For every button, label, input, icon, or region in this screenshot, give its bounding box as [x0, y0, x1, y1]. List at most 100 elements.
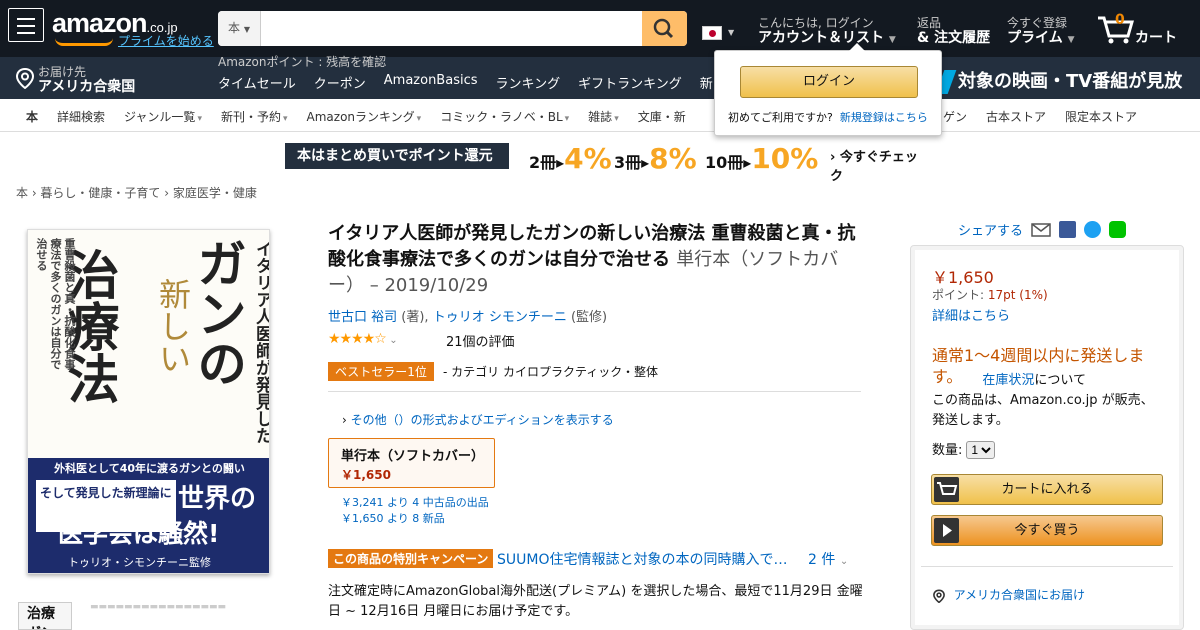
email-icon[interactable]: [1031, 222, 1051, 238]
author-role: (監修): [570, 310, 608, 325]
category-link[interactable]: 文庫・新: [638, 108, 686, 125]
nav-link[interactable]: タイムセール: [218, 73, 296, 92]
stock-suffix: について: [1034, 373, 1087, 388]
deal-item: 10冊▸10%: [705, 142, 819, 175]
cover-title-big: ガンの: [189, 238, 247, 388]
author-link[interactable]: 世古口 裕司: [328, 310, 397, 325]
search-button[interactable]: [642, 11, 687, 46]
deal-pct: 8%: [649, 142, 697, 175]
twitter-icon[interactable]: [1084, 221, 1102, 238]
divider: [921, 566, 1173, 567]
campaign-badge: この商品の特別キャンペーン: [328, 549, 494, 568]
quantity-select[interactable]: 1: [966, 441, 996, 459]
cover-side-text: イタリア人医師が発見した: [252, 240, 270, 444]
category-link[interactable]: 古本ストア: [986, 108, 1046, 125]
prime-start-link[interactable]: プライムを始める: [118, 32, 214, 49]
nav-link[interactable]: クーポン: [314, 73, 366, 92]
cart-icon: [934, 477, 959, 502]
used-offer-link[interactable]: ￥3,241 より 4 中古品の出品: [341, 495, 489, 511]
login-button[interactable]: ログイン: [740, 66, 918, 98]
smile-icon: [55, 38, 113, 46]
line-icon[interactable]: [1109, 221, 1127, 238]
breadcrumb[interactable]: 本 › 暮らし・健康・子育て › 家庭医学・健康: [16, 184, 257, 201]
japan-flag-icon[interactable]: [702, 26, 722, 40]
deal-qty: 2冊: [529, 153, 557, 172]
nav-link[interactable]: AmazonBasics: [384, 73, 478, 92]
author-role: (著),: [401, 310, 429, 325]
offers-list: ￥3,241 より 4 中古品の出品 ￥1,650 より 8 新品: [341, 495, 489, 527]
other-formats-label: その他（）の形式およびエディションを表示する: [350, 413, 614, 427]
add-to-cart-button[interactable]: カートに入れる: [931, 474, 1163, 505]
thumbnail-image[interactable]: ▬▬▬▬▬▬▬▬▬▬▬▬▬▬▬▬: [90, 602, 276, 630]
other-formats-link[interactable]: › その他（）の形式およびエディションを表示する: [342, 411, 614, 428]
search-input[interactable]: [262, 11, 642, 46]
category-links-right: ゲン 古本ストア 限定本ストア: [943, 108, 1137, 125]
cart-count: 0: [1115, 12, 1125, 28]
signin-popup: ログイン 初めてご利用ですか? 新規登録はこちら: [714, 43, 942, 136]
prime-label: プライム: [1007, 30, 1063, 46]
category-link[interactable]: 本: [26, 108, 38, 125]
category-link[interactable]: 限定本ストア: [1065, 108, 1137, 125]
new-customer-label: 初めてご利用ですか?: [728, 111, 833, 124]
share-row: シェアする: [958, 220, 1127, 239]
details-link[interactable]: 詳細はこちら: [932, 305, 1010, 324]
campaign-count[interactable]: 2 件 ⌄: [808, 549, 848, 569]
deal-item: 3冊▸8%: [614, 142, 697, 175]
deliver-to-country[interactable]: アメリカ合衆国: [38, 76, 135, 96]
format-name: 単行本（ソフトカバー）: [341, 449, 485, 464]
star-rating[interactable]: ★★★★☆ ⌄: [328, 331, 398, 347]
category-link[interactable]: 詳細検索: [57, 108, 105, 125]
buy-now-button[interactable]: 今すぐ買う: [931, 515, 1163, 546]
prime-menu[interactable]: プライム ▼: [1007, 27, 1075, 47]
bestseller-category-link[interactable]: - カテゴリ カイロプラクティック・整体: [443, 363, 658, 380]
category-links: 本 詳細検索 ジャンル一覧 新刊・予約 Amazonランキング コミック・ラノベ…: [26, 108, 705, 125]
category-link[interactable]: ゲン: [943, 108, 967, 125]
bestseller-badge: ベストセラー1位: [328, 362, 434, 381]
deal-pct: 10%: [751, 142, 819, 175]
new-customer-text: 初めてご利用ですか? 新規登録はこちら: [728, 109, 928, 125]
search-icon: [653, 18, 674, 39]
category-link[interactable]: 新刊・予約: [221, 108, 288, 125]
points-value: 17pt (1%): [987, 288, 1048, 302]
banner-cta[interactable]: › 今すぐチェック: [830, 146, 925, 184]
review-count-link[interactable]: 21個の評価: [446, 331, 515, 350]
category-link[interactable]: Amazonランキング: [307, 108, 422, 125]
facebook-icon[interactable]: [1059, 221, 1077, 238]
stock-status-link[interactable]: 在庫状況: [982, 373, 1034, 388]
format-option-softcover[interactable]: 単行本（ソフトカバー） ￥1,650: [328, 438, 495, 488]
cover-band: 外科医として40年に渡るガンとの闘い そして発見した新理論に 世界の 医学会は騒…: [28, 458, 269, 573]
thumbnail-image[interactable]: 治療 ガン: [18, 602, 72, 630]
search-bar: 本 ▼: [218, 11, 687, 46]
new-offer-link[interactable]: ￥1,650 より 8 新品: [341, 511, 489, 527]
campaign-count-label: 2 件: [808, 552, 836, 568]
bulk-buy-banner[interactable]: 本はまとめ買いでポイント還元 2冊▸4% 3冊▸8% 10冊▸10% › 今すぐ…: [285, 142, 925, 184]
search-category-label: 本: [228, 21, 241, 35]
account-label: アカウント＆リスト: [758, 30, 884, 46]
nav-link[interactable]: ランキング: [496, 73, 561, 92]
cart-label[interactable]: カート: [1135, 27, 1177, 47]
points-balance-link[interactable]: Amazonポイント : 残高を確認: [218, 53, 386, 70]
buybox-price: ￥1,650: [932, 268, 994, 287]
top-header: amazon.co.jp プライムを始める 本 ▼ ▼ こんにちは, ログイン …: [0, 0, 1200, 57]
category-link[interactable]: 雑誌: [588, 108, 619, 125]
nav-link[interactable]: ギフトランキング: [578, 73, 682, 92]
author-link[interactable]: トゥリオ シモンチーニ: [433, 310, 567, 325]
register-link[interactable]: 新規登録はこちら: [840, 111, 928, 124]
deliver-to-link[interactable]: アメリカ合衆国にお届け: [932, 586, 1085, 603]
category-link[interactable]: ジャンル一覧: [124, 108, 202, 125]
cover-band-big2: 医学会は騒然!: [58, 519, 220, 548]
category-link[interactable]: コミック・ラノベ・BL: [440, 108, 569, 125]
cover-band-top: 外科医として40年に渡るガンとの闘い: [54, 462, 245, 475]
search-category-select[interactable]: 本 ▼: [218, 11, 261, 46]
book-cover-image[interactable]: イタリア人医師が発見した ガンの 新しい 治療法 重曹殺菌と真・抗酸化食事療法で…: [27, 229, 270, 574]
add-to-cart-label: カートに入れる: [1001, 482, 1093, 497]
share-link[interactable]: シェアする: [958, 220, 1023, 239]
cover-title-mid: 新しい: [154, 278, 192, 374]
orders-link[interactable]: & 注文履歴: [917, 27, 990, 47]
account-lists-menu[interactable]: アカウント＆リスト ▼: [758, 27, 896, 47]
nav-link[interactable]: 新: [700, 73, 713, 92]
product-title: イタリア人医師が発見したガンの新しい治療法 重曹殺菌と真・抗酸化食事療法で多くの…: [328, 221, 858, 299]
campaign-link[interactable]: SUUMO住宅情報誌と対象の本の同時購入で…: [497, 549, 787, 569]
menu-icon[interactable]: [8, 8, 44, 42]
quantity-label: 数量:: [932, 443, 963, 458]
